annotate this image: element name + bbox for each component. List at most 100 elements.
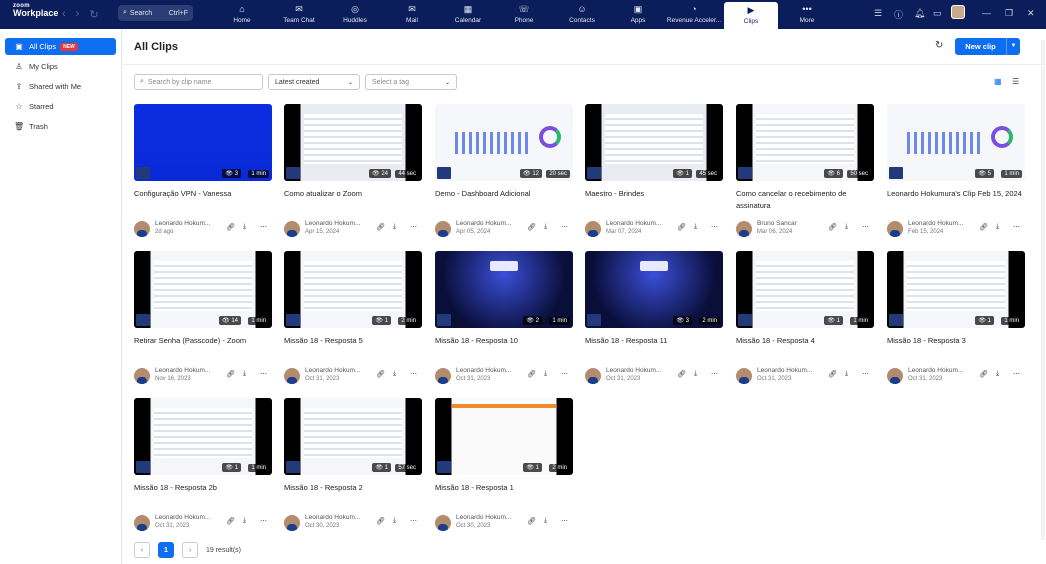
clip-title[interactable]: Maestro - Brindes <box>585 188 723 214</box>
nav-revenue-acceler[interactable]: ◔ Revenue Acceler... <box>664 0 724 29</box>
nav-clips[interactable]: ▶ Clips <box>724 2 778 29</box>
sidebar-item-trash[interactable]: 🗑 Trash <box>5 118 116 135</box>
clip-thumbnail[interactable]: 👁︎ 1 1 min <box>887 251 1025 328</box>
forward-arrow-icon[interactable]: › <box>76 8 80 21</box>
tag-select[interactable]: Select a tag ⌄ <box>365 74 457 90</box>
download-icon[interactable]: ⤓ <box>845 223 848 231</box>
nav-calendar[interactable]: ▦ Calendar <box>451 0 485 29</box>
clip-card[interactable]: 👁︎ 5 1 min Leonardo Hokumura's Clip Feb 15… <box>887 104 1025 240</box>
link-icon[interactable]: 🔗︎ <box>376 223 385 231</box>
clip-title[interactable]: Configuração VPN - Vanessa <box>134 188 272 214</box>
link-icon[interactable]: 🔗︎ <box>527 517 536 525</box>
clip-card[interactable]: 👁︎ 1 2 min Missão 18 - Resposta 5 Leonardo … <box>284 251 422 387</box>
clip-card[interactable]: 👁︎ 1 2 min Missão 18 - Resposta 1 Leonardo … <box>435 398 573 534</box>
clip-thumbnail[interactable]: 👁︎ 1 2 min <box>284 251 422 328</box>
clip-title[interactable]: Retirar Senha (Passcode) - Zoom <box>134 335 272 361</box>
menu-icon[interactable]: ☰ <box>874 8 882 19</box>
sidebar-item-all-clips[interactable]: ▣ All Clips NEW <box>5 38 116 55</box>
clip-card[interactable]: 👁︎ 3 1 min Configuração VPN - Vanessa Leona… <box>134 104 272 240</box>
download-icon[interactable]: ⤓ <box>544 223 547 231</box>
new-clip-button[interactable]: New clip ▼ <box>955 38 1020 55</box>
clip-thumbnail[interactable]: 👁︎ 1 2 min <box>435 398 573 475</box>
more-options-icon[interactable]: ⋯ <box>410 370 417 378</box>
download-icon[interactable]: ⤓ <box>996 223 999 231</box>
clip-title[interactable]: Missão 18 - Resposta 2 <box>284 482 422 508</box>
clip-card[interactable]: 👁︎ 1 45 sec Maestro - Brindes Leonardo Hoku… <box>585 104 723 240</box>
link-icon[interactable]: 🔗︎ <box>828 223 837 231</box>
clip-thumbnail[interactable]: 👁︎ 1 57 sec <box>284 398 422 475</box>
clip-title[interactable]: Missão 18 - Resposta 11 <box>585 335 723 361</box>
clip-title[interactable]: Missão 18 - Resposta 3 <box>887 335 1025 361</box>
clip-thumbnail[interactable]: 👁︎ 14 1 min <box>134 251 272 328</box>
clip-thumbnail[interactable]: 👁︎ 3 1 min <box>134 104 272 181</box>
clip-card[interactable]: 👁︎ 1 1 min Missão 18 - Resposta 3 Leonardo … <box>887 251 1025 387</box>
nav-huddles[interactable]: ◎ Huddles <box>340 0 370 29</box>
link-icon[interactable]: 🔗︎ <box>828 370 837 378</box>
nav-contacts[interactable]: ☺ Contacts <box>565 0 599 29</box>
list-view-icon[interactable]: ☰ <box>1012 77 1019 86</box>
user-avatar[interactable] <box>951 5 965 19</box>
more-options-icon[interactable]: ⋯ <box>1013 223 1020 231</box>
nav-team-chat[interactable]: ✉ Team Chat <box>283 0 315 29</box>
clip-title[interactable]: Missão 18 - Resposta 5 <box>284 335 422 361</box>
download-icon[interactable]: ⤓ <box>845 370 848 378</box>
link-icon[interactable]: 🔗︎ <box>677 370 686 378</box>
link-icon[interactable]: 🔗︎ <box>979 370 988 378</box>
refresh-icon[interactable]: ↻ <box>935 40 943 51</box>
more-options-icon[interactable]: ⋯ <box>862 223 869 231</box>
panel-icon[interactable]: ▭ <box>933 8 942 19</box>
clip-card[interactable]: 👁︎ 6 50 sec Como cancelar o recebimento de… <box>736 104 874 240</box>
download-icon[interactable]: ⤓ <box>243 223 246 231</box>
nav-apps[interactable]: ▣ Apps <box>624 0 652 29</box>
more-options-icon[interactable]: ⋯ <box>260 223 267 231</box>
more-options-icon[interactable]: ⋯ <box>260 517 267 525</box>
more-options-icon[interactable]: ⋯ <box>862 370 869 378</box>
link-icon[interactable]: 🔗︎ <box>376 370 385 378</box>
scrollbar[interactable] <box>1041 40 1045 540</box>
more-options-icon[interactable]: ⋯ <box>711 370 718 378</box>
nav-home[interactable]: ⌂ Home <box>228 0 256 29</box>
nav-phone[interactable]: ☏ Phone <box>508 0 540 29</box>
download-icon[interactable]: ⤓ <box>393 517 396 525</box>
grid-view-icon[interactable]: ▦ <box>994 77 1002 86</box>
clip-search-input[interactable]: ⌕ Search by clip name <box>134 74 263 90</box>
next-page-button[interactable]: › <box>182 542 198 558</box>
clip-card[interactable]: 👁︎ 1 57 sec Missão 18 - Resposta 2 Leonardo… <box>284 398 422 534</box>
prev-page-button[interactable]: ‹ <box>134 542 150 558</box>
download-icon[interactable]: ⤓ <box>694 370 697 378</box>
clip-title[interactable]: Leonardo Hokumura's Clip Feb 15, 2024 <box>887 188 1025 214</box>
download-icon[interactable]: ⤓ <box>694 223 697 231</box>
history-icon[interactable]: ↻ <box>89 8 98 21</box>
nav-more[interactable]: ••• More <box>783 0 831 29</box>
more-options-icon[interactable]: ⋯ <box>561 370 568 378</box>
clip-thumbnail[interactable]: 👁︎ 2 1 min <box>435 251 573 328</box>
clip-card[interactable]: 👁︎ 12 20 sec Demo - Dashboard Adicional Leo… <box>435 104 573 240</box>
download-icon[interactable]: ⤓ <box>393 223 396 231</box>
more-options-icon[interactable]: ⋯ <box>410 223 417 231</box>
clip-thumbnail[interactable]: 👁︎ 1 45 sec <box>585 104 723 181</box>
clip-card[interactable]: 👁︎ 14 1 min Retirar Senha (Passcode) - Zoo… <box>134 251 272 387</box>
clip-thumbnail[interactable]: 👁︎ 5 1 min <box>887 104 1025 181</box>
sort-select[interactable]: Latest created ⌄ <box>268 74 360 90</box>
clip-thumbnail[interactable]: 👁︎ 6 50 sec <box>736 104 874 181</box>
download-icon[interactable]: ⤓ <box>544 370 547 378</box>
more-options-icon[interactable]: ⋯ <box>561 223 568 231</box>
download-icon[interactable]: ⤓ <box>243 370 246 378</box>
clip-thumbnail[interactable]: 👁︎ 3 2 min <box>585 251 723 328</box>
clip-thumbnail[interactable]: 👁︎ 1 1 min <box>134 398 272 475</box>
current-page-button[interactable]: 1 <box>158 542 174 558</box>
download-icon[interactable]: ⤓ <box>996 370 999 378</box>
clip-title[interactable]: Demo - Dashboard Adicional <box>435 188 573 214</box>
clip-title[interactable]: Como cancelar o recebimento de assinatur… <box>736 188 874 214</box>
download-icon[interactable]: ⤓ <box>393 370 396 378</box>
clip-card[interactable]: 👁︎ 1 1 min Missão 18 - Resposta 4 Leonardo … <box>736 251 874 387</box>
clip-title[interactable]: Missão 18 - Resposta 4 <box>736 335 874 361</box>
nav-mail[interactable]: ✉ Mail <box>398 0 426 29</box>
global-search[interactable]: ⌕ Search Ctrl+F <box>118 5 193 21</box>
maximize-icon[interactable]: ❐ <box>1005 8 1013 19</box>
minimize-icon[interactable]: — <box>982 8 991 18</box>
chevron-down-icon[interactable]: ▼ <box>1006 38 1020 55</box>
download-icon[interactable]: ⤓ <box>243 517 246 525</box>
link-icon[interactable]: 🔗︎ <box>376 517 385 525</box>
clip-title[interactable]: Como atualizar o Zoom <box>284 188 422 214</box>
